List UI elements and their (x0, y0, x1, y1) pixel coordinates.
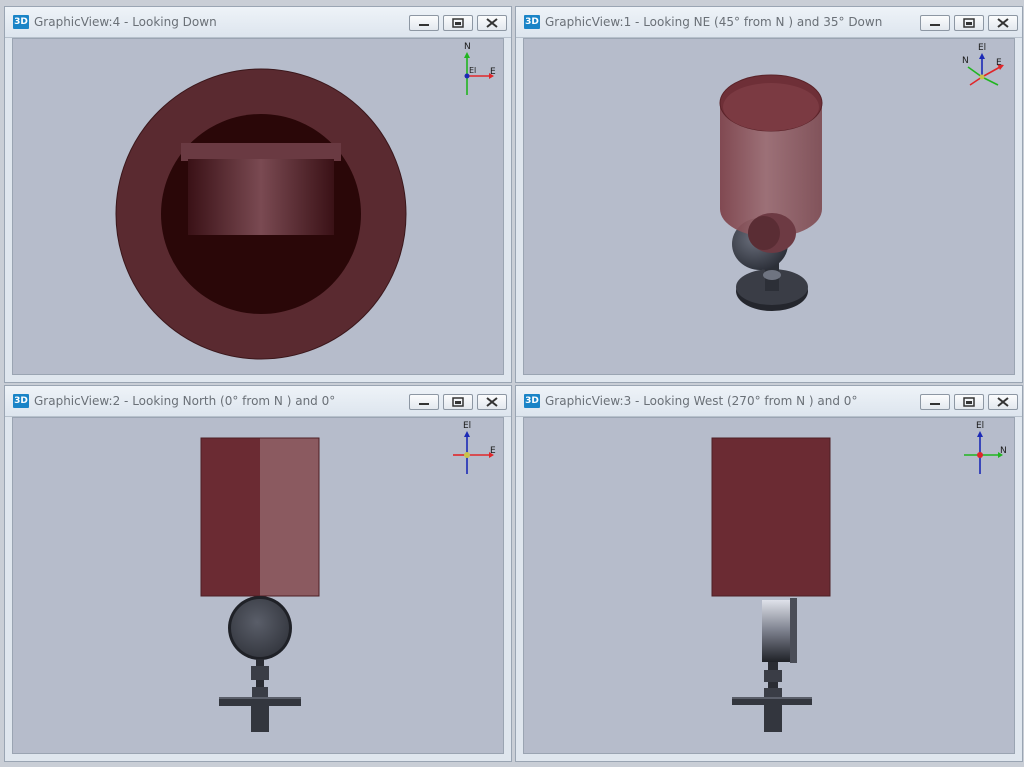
vessel-body-side (711, 437, 831, 597)
triad-elev-label: El (469, 66, 477, 75)
graphic-view-3-viewport[interactable]: El N (523, 417, 1015, 754)
3d-view-icon: 3D (524, 394, 540, 408)
maximize-icon (963, 18, 975, 28)
vessel-top-view (115, 68, 407, 360)
triad-north-label: N (1000, 446, 1007, 456)
close-icon (486, 397, 498, 407)
maximize-button[interactable] (954, 394, 984, 410)
triad-elev-label: El (978, 43, 987, 53)
triad-north-label: N (962, 56, 969, 66)
triad-east-label: E (996, 58, 1002, 68)
close-button[interactable] (988, 394, 1018, 410)
graphic-view-1-viewport[interactable]: El N E (523, 38, 1015, 375)
graphic-view-3-pane: 3D GraphicView:3 - Looking West (270° fr… (515, 385, 1023, 762)
triad-north-label: N (464, 42, 471, 52)
close-icon (997, 18, 1009, 28)
close-button[interactable] (477, 394, 507, 410)
orientation-triad: El N E (960, 43, 1010, 99)
graphic-view-4-title: GraphicView:4 - Looking Down (34, 15, 217, 29)
close-icon (486, 18, 498, 28)
minimize-button[interactable] (920, 15, 950, 31)
nozzle-top-view (181, 143, 341, 161)
graphic-view-1-titlebar[interactable]: 3D GraphicView:1 - Looking NE (45° from … (516, 7, 1022, 38)
nozzle-body-top-view (188, 159, 334, 235)
graphic-view-3-titlebar[interactable]: 3D GraphicView:3 - Looking West (270° fr… (516, 386, 1022, 417)
maximize-button[interactable] (954, 15, 984, 31)
vessel-body-dark (201, 438, 260, 596)
maximize-button[interactable] (443, 15, 473, 31)
3d-view-icon: 3D (13, 394, 29, 408)
pipe-front (251, 706, 269, 732)
triad-elev-label: El (976, 421, 985, 431)
gauge-stem (256, 659, 264, 667)
minimize-icon (419, 24, 429, 26)
minimize-icon (419, 403, 429, 405)
maximize-button[interactable] (443, 394, 473, 410)
triad-elev-label: El (463, 421, 472, 431)
maximize-icon (963, 397, 975, 407)
orientation-triad: N E El (449, 42, 499, 99)
graphic-view-4-viewport[interactable]: N E El (12, 38, 504, 375)
close-button[interactable] (477, 15, 507, 31)
triad-east-label: E (490, 67, 496, 77)
close-button[interactable] (988, 15, 1018, 31)
graphic-view-1-title: GraphicView:1 - Looking NE (45° from N )… (545, 15, 883, 29)
graphic-view-2-titlebar[interactable]: 3D GraphicView:2 - Looking North (0° fro… (5, 386, 511, 417)
graphic-view-1-pane: 3D GraphicView:1 - Looking NE (45° from … (515, 6, 1023, 383)
gauge-stem-side (768, 662, 778, 670)
minimize-button[interactable] (920, 394, 950, 410)
minimize-icon (930, 24, 940, 26)
minimize-button[interactable] (409, 394, 439, 410)
maximize-icon (452, 18, 464, 28)
3d-view-icon: 3D (13, 15, 29, 29)
graphic-view-2-pane: 3D GraphicView:2 - Looking North (0° fro… (4, 385, 512, 762)
vessel-isometric-view (719, 74, 823, 311)
graphic-view-3-title: GraphicView:3 - Looking West (270° from … (545, 394, 858, 408)
graphic-view-2-viewport[interactable]: El E (12, 417, 504, 754)
gauge-side (762, 600, 794, 662)
vessel-body-light (260, 438, 319, 596)
minimize-icon (930, 403, 940, 405)
orientation-triad: El E (449, 421, 499, 478)
graphic-view-4-pane: 3D GraphicView:4 - Looking Down N E El (4, 6, 512, 383)
orientation-triad: El N (960, 421, 1010, 478)
maximize-icon (452, 397, 464, 407)
vessel-west-elevation (711, 437, 831, 732)
minimize-button[interactable] (409, 15, 439, 31)
pipe-side (764, 705, 782, 732)
graphic-view-2-title: GraphicView:2 - Looking North (0° from N… (34, 394, 336, 408)
axis-triad-icon (967, 53, 1004, 86)
graphic-view-4-titlebar[interactable]: 3D GraphicView:4 - Looking Down (5, 7, 511, 38)
triad-east-label: E (490, 446, 496, 456)
vessel-north-elevation (200, 437, 320, 732)
close-icon (997, 397, 1009, 407)
3d-view-icon: 3D (524, 15, 540, 29)
